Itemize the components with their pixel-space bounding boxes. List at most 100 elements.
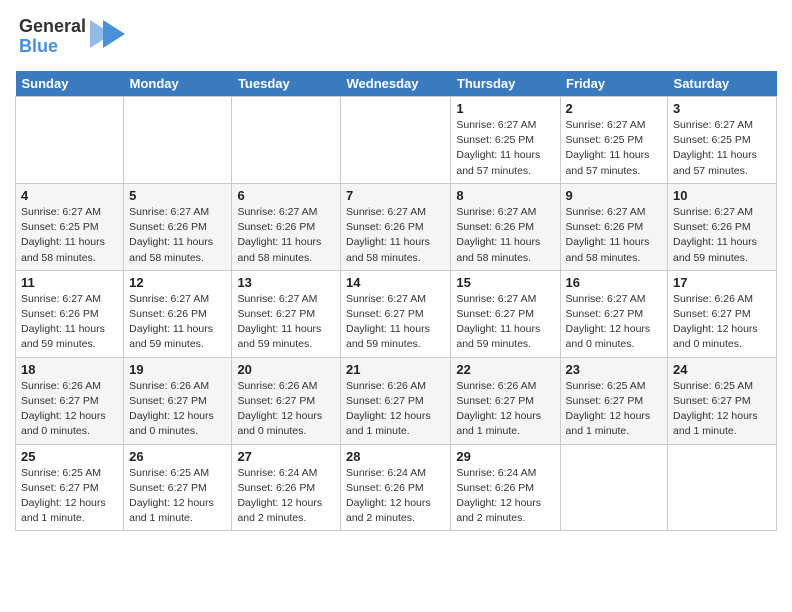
calendar-cell: 6 Sunrise: 6:27 AM Sunset: 6:26 PM Daylig… bbox=[232, 183, 341, 270]
day-number: 18 bbox=[21, 362, 118, 377]
calendar-cell: 16 Sunrise: 6:27 AM Sunset: 6:27 PM Dayli… bbox=[560, 270, 667, 357]
calendar-cell: 7Sunrise: 6:27 AM Sunset: 6:26 PM Daylig… bbox=[341, 183, 451, 270]
calendar-cell: 11 Sunrise: 6:27 AM Sunset: 6:26 PM Dayli… bbox=[16, 270, 124, 357]
day-number: 28 bbox=[346, 449, 445, 464]
logo-svg: General Blue bbox=[15, 10, 125, 58]
day-number: 9 bbox=[566, 188, 662, 203]
day-info: Sunrise: 6:27 AM Sunset: 6:25 PM Dayligh… bbox=[673, 118, 771, 179]
calendar-cell: 24Sunrise: 6:25 AM Sunset: 6:27 PM Dayli… bbox=[668, 357, 777, 444]
day-number: 20 bbox=[237, 362, 335, 377]
day-number: 17 bbox=[673, 275, 771, 290]
calendar-cell: 2 Sunrise: 6:27 AM Sunset: 6:25 PM Daylig… bbox=[560, 97, 667, 184]
week-row-1: 1 Sunrise: 6:27 AM Sunset: 6:25 PM Daylig… bbox=[16, 97, 777, 184]
day-number: 1 bbox=[456, 101, 554, 116]
calendar-cell: 9 Sunrise: 6:27 AM Sunset: 6:26 PM Daylig… bbox=[560, 183, 667, 270]
calendar-cell: 20 Sunrise: 6:26 AM Sunset: 6:27 PM Dayli… bbox=[232, 357, 341, 444]
calendar-cell bbox=[232, 97, 341, 184]
day-info: Sunrise: 6:24 AM Sunset: 6:26 PM Dayligh… bbox=[237, 466, 335, 527]
day-info: Sunrise: 6:27 AM Sunset: 6:25 PM Dayligh… bbox=[566, 118, 662, 179]
week-row-5: 25 Sunrise: 6:25 AM Sunset: 6:27 PM Dayli… bbox=[16, 444, 777, 531]
calendar-cell: 21 Sunrise: 6:26 AM Sunset: 6:27 PM Dayli… bbox=[341, 357, 451, 444]
calendar-cell: 10Sunrise: 6:27 AM Sunset: 6:26 PM Dayli… bbox=[668, 183, 777, 270]
day-info: Sunrise: 6:26 AM Sunset: 6:27 PM Dayligh… bbox=[456, 379, 554, 440]
day-info: Sunrise: 6:26 AM Sunset: 6:27 PM Dayligh… bbox=[237, 379, 335, 440]
day-info: Sunrise: 6:27 AM Sunset: 6:26 PM Dayligh… bbox=[129, 205, 226, 266]
day-info: Sunrise: 6:27 AM Sunset: 6:25 PM Dayligh… bbox=[21, 205, 118, 266]
day-number: 14 bbox=[346, 275, 445, 290]
calendar-cell: 26 Sunrise: 6:25 AM Sunset: 6:27 PM Dayli… bbox=[124, 444, 232, 531]
day-number: 16 bbox=[566, 275, 662, 290]
day-number: 26 bbox=[129, 449, 226, 464]
day-number: 15 bbox=[456, 275, 554, 290]
calendar-cell: 25 Sunrise: 6:25 AM Sunset: 6:27 PM Dayli… bbox=[16, 444, 124, 531]
calendar-cell: 8 Sunrise: 6:27 AM Sunset: 6:26 PM Daylig… bbox=[451, 183, 560, 270]
weekday-header-sunday: Sunday bbox=[16, 71, 124, 97]
week-row-4: 18 Sunrise: 6:26 AM Sunset: 6:27 PM Dayli… bbox=[16, 357, 777, 444]
day-info: Sunrise: 6:27 AM Sunset: 6:26 PM Dayligh… bbox=[346, 205, 445, 266]
weekday-header-monday: Monday bbox=[124, 71, 232, 97]
day-info: Sunrise: 6:27 AM Sunset: 6:26 PM Dayligh… bbox=[456, 205, 554, 266]
svg-text:General: General bbox=[19, 16, 86, 36]
week-row-3: 11 Sunrise: 6:27 AM Sunset: 6:26 PM Dayli… bbox=[16, 270, 777, 357]
day-number: 2 bbox=[566, 101, 662, 116]
calendar-cell: 3Sunrise: 6:27 AM Sunset: 6:25 PM Daylig… bbox=[668, 97, 777, 184]
calendar-cell: 5 Sunrise: 6:27 AM Sunset: 6:26 PM Daylig… bbox=[124, 183, 232, 270]
day-number: 21 bbox=[346, 362, 445, 377]
day-number: 19 bbox=[129, 362, 226, 377]
day-info: Sunrise: 6:27 AM Sunset: 6:27 PM Dayligh… bbox=[456, 292, 554, 353]
day-number: 27 bbox=[237, 449, 335, 464]
day-info: Sunrise: 6:25 AM Sunset: 6:27 PM Dayligh… bbox=[129, 466, 226, 527]
calendar-table: SundayMondayTuesdayWednesdayThursdayFrid… bbox=[15, 71, 777, 531]
weekday-header-saturday: Saturday bbox=[668, 71, 777, 97]
calendar-cell bbox=[16, 97, 124, 184]
weekday-header-tuesday: Tuesday bbox=[232, 71, 341, 97]
day-info: Sunrise: 6:26 AM Sunset: 6:27 PM Dayligh… bbox=[346, 379, 445, 440]
day-info: Sunrise: 6:24 AM Sunset: 6:26 PM Dayligh… bbox=[346, 466, 445, 527]
day-number: 12 bbox=[129, 275, 226, 290]
calendar-cell: 29 Sunrise: 6:24 AM Sunset: 6:26 PM Dayli… bbox=[451, 444, 560, 531]
page-container: General Blue SundayMondayTuesdayWednesda… bbox=[0, 0, 792, 536]
day-info: Sunrise: 6:27 AM Sunset: 6:26 PM Dayligh… bbox=[237, 205, 335, 266]
svg-text:Blue: Blue bbox=[19, 36, 58, 56]
day-number: 13 bbox=[237, 275, 335, 290]
day-info: Sunrise: 6:27 AM Sunset: 6:25 PM Dayligh… bbox=[456, 118, 554, 179]
day-number: 4 bbox=[21, 188, 118, 203]
calendar-cell: 1 Sunrise: 6:27 AM Sunset: 6:25 PM Daylig… bbox=[451, 97, 560, 184]
calendar-cell: 14 Sunrise: 6:27 AM Sunset: 6:27 PM Dayli… bbox=[341, 270, 451, 357]
day-number: 24 bbox=[673, 362, 771, 377]
day-info: Sunrise: 6:27 AM Sunset: 6:27 PM Dayligh… bbox=[566, 292, 662, 353]
day-info: Sunrise: 6:25 AM Sunset: 6:27 PM Dayligh… bbox=[21, 466, 118, 527]
weekday-header-friday: Friday bbox=[560, 71, 667, 97]
day-info: Sunrise: 6:24 AM Sunset: 6:26 PM Dayligh… bbox=[456, 466, 554, 527]
day-info: Sunrise: 6:27 AM Sunset: 6:26 PM Dayligh… bbox=[673, 205, 771, 266]
day-info: Sunrise: 6:27 AM Sunset: 6:27 PM Dayligh… bbox=[237, 292, 335, 353]
calendar-cell: 13 Sunrise: 6:27 AM Sunset: 6:27 PM Dayli… bbox=[232, 270, 341, 357]
calendar-cell: 15 Sunrise: 6:27 AM Sunset: 6:27 PM Dayli… bbox=[451, 270, 560, 357]
day-info: Sunrise: 6:26 AM Sunset: 6:27 PM Dayligh… bbox=[673, 292, 771, 353]
logo: General Blue bbox=[15, 10, 125, 63]
day-info: Sunrise: 6:27 AM Sunset: 6:26 PM Dayligh… bbox=[566, 205, 662, 266]
day-number: 6 bbox=[237, 188, 335, 203]
day-info: Sunrise: 6:27 AM Sunset: 6:26 PM Dayligh… bbox=[21, 292, 118, 353]
day-info: Sunrise: 6:26 AM Sunset: 6:27 PM Dayligh… bbox=[21, 379, 118, 440]
calendar-cell: 12Sunrise: 6:27 AM Sunset: 6:26 PM Dayli… bbox=[124, 270, 232, 357]
day-info: Sunrise: 6:26 AM Sunset: 6:27 PM Dayligh… bbox=[129, 379, 226, 440]
calendar-cell: 19 Sunrise: 6:26 AM Sunset: 6:27 PM Dayli… bbox=[124, 357, 232, 444]
day-number: 8 bbox=[456, 188, 554, 203]
logo-text-block: General Blue bbox=[15, 10, 125, 63]
calendar-cell: 27 Sunrise: 6:24 AM Sunset: 6:26 PM Dayli… bbox=[232, 444, 341, 531]
week-row-2: 4 Sunrise: 6:27 AM Sunset: 6:25 PM Daylig… bbox=[16, 183, 777, 270]
day-info: Sunrise: 6:25 AM Sunset: 6:27 PM Dayligh… bbox=[566, 379, 662, 440]
day-number: 22 bbox=[456, 362, 554, 377]
day-number: 29 bbox=[456, 449, 554, 464]
day-number: 11 bbox=[21, 275, 118, 290]
page-header: General Blue bbox=[15, 10, 777, 63]
calendar-cell bbox=[124, 97, 232, 184]
day-info: Sunrise: 6:27 AM Sunset: 6:27 PM Dayligh… bbox=[346, 292, 445, 353]
calendar-cell: 4 Sunrise: 6:27 AM Sunset: 6:25 PM Daylig… bbox=[16, 183, 124, 270]
calendar-cell: 18 Sunrise: 6:26 AM Sunset: 6:27 PM Dayli… bbox=[16, 357, 124, 444]
calendar-cell bbox=[560, 444, 667, 531]
day-number: 5 bbox=[129, 188, 226, 203]
day-number: 25 bbox=[21, 449, 118, 464]
day-number: 23 bbox=[566, 362, 662, 377]
